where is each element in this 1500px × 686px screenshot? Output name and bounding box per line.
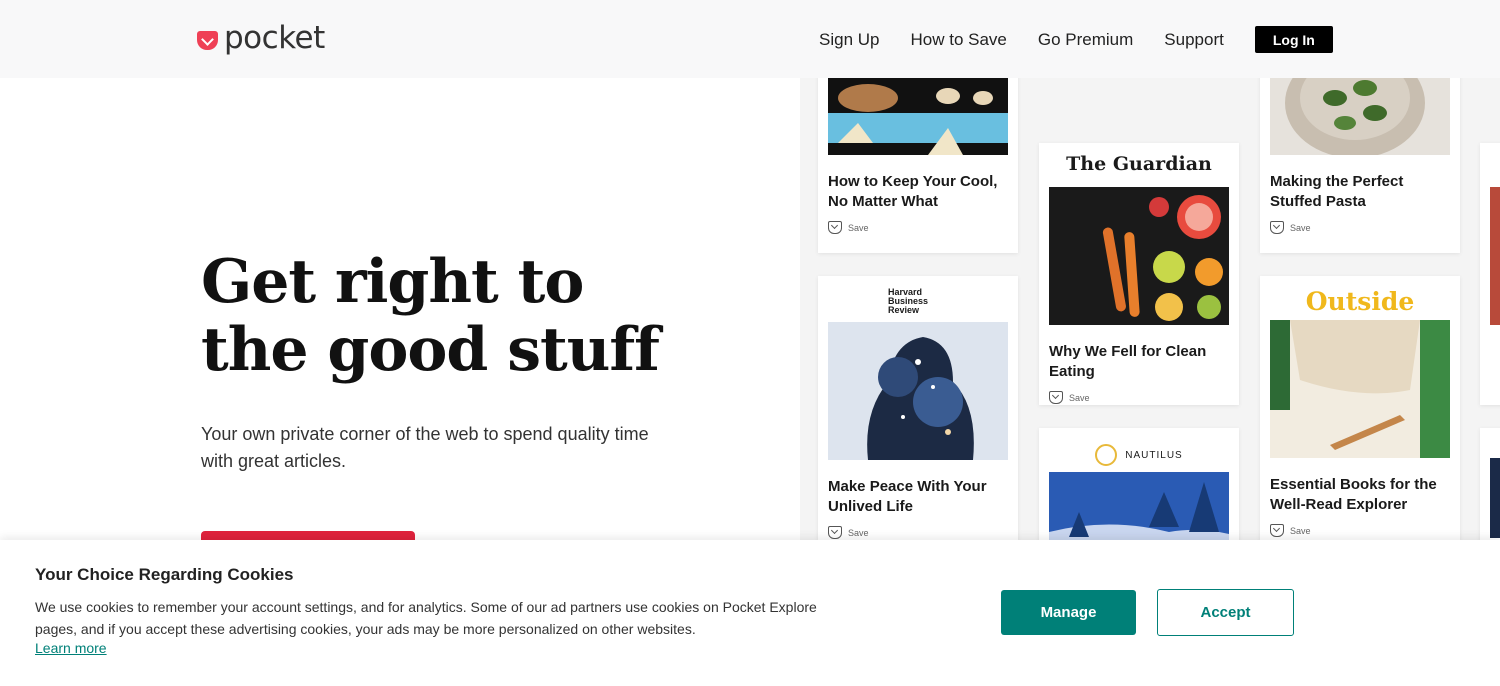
pocket-logo-icon [197,30,218,50]
article-title: Make Peace With Your Unlived Life [828,478,987,515]
pocket-logo[interactable]: pocket [197,20,325,56]
save-control[interactable]: Save [1270,524,1450,537]
pocket-save-icon [828,526,842,539]
save-label: Save [1290,222,1311,233]
pocket-save-icon [828,221,842,234]
publisher-logo: Outside [1305,287,1415,316]
logo-text: pocket [224,20,325,56]
publisher-name: NAUTILUS [1125,449,1183,461]
nav-support[interactable]: Support [1164,30,1224,50]
article-card-clean-eating[interactable]: The Guardian Why We Fell for Clean Eatin… [1039,143,1239,405]
article-image [1490,187,1500,325]
article-card-books-explorer[interactable]: Outside Essential Books for the Well-Rea… [1260,276,1460,541]
login-button[interactable]: Log In [1254,26,1333,53]
pocket-save-icon [1049,391,1063,404]
article-card-nautilus[interactable]: NAUTILUS [1039,428,1239,548]
save-control[interactable]: Save [828,526,1008,539]
save-label: Save [1069,392,1090,403]
cookie-consent-banner: Your Choice Regarding Cookies We use coo… [0,540,1500,686]
save-label: Save [1290,525,1311,536]
publisher-logo: The Guardian [1066,153,1212,175]
cookie-title: Your Choice Regarding Cookies [35,565,294,584]
pocket-save-icon [1270,221,1284,234]
article-card-unlived-life[interactable]: Harvard Business Review Make Peace With … [818,276,1018,541]
nav-sign-up[interactable]: Sign Up [819,30,879,50]
save-label: Save [848,222,869,233]
article-card-stuffed-pasta[interactable]: Making the Perfect Stuffed Pasta Save [1260,78,1460,253]
article-image [1270,320,1450,458]
save-control[interactable]: Save [1049,391,1229,404]
article-mosaic: How to Keep Your Cool, No Matter What Sa… [800,78,1500,548]
article-card-partial[interactable] [1480,143,1500,405]
accept-cookies-button[interactable]: Accept [1157,589,1294,636]
article-title: Making the Perfect Stuffed Pasta [1270,173,1404,210]
publisher-logo: Harvard Business Review [888,287,929,315]
manage-cookies-button[interactable]: Manage [1001,590,1136,635]
main-nav: Sign Up How to Save Go Premium Support L… [819,26,1333,53]
nautilus-logo-icon [1095,444,1118,466]
hero-title: Get right to the good stuff [201,248,721,384]
save-control[interactable]: Save [828,221,1008,234]
hero-subtitle: Your own private corner of the web to sp… [201,424,649,471]
pocket-save-icon [1270,524,1284,537]
article-image [1490,458,1500,538]
article-image [1270,78,1450,158]
article-image [828,78,1008,155]
article-card-partial[interactable] [1480,428,1500,548]
hero-title-line-2: the good stuff [201,315,660,385]
nav-how-to-save[interactable]: How to Save [910,30,1006,50]
article-card-keep-cool[interactable]: How to Keep Your Cool, No Matter What Sa… [818,78,1018,253]
article-image [828,322,1008,460]
article-title: Essential Books for the Well-Read Explor… [1270,476,1437,513]
publisher-logo: NAUTILUS [1049,438,1229,472]
article-image [1049,472,1229,548]
article-title: Why We Fell for Clean Eating [1049,343,1207,380]
hero-title-line-1: Get right to [201,247,584,317]
save-label: Save [848,527,869,538]
cookie-description: We use cookies to remember your account … [35,599,817,637]
learn-more-link[interactable]: Learn more [35,640,107,656]
article-title: How to Keep Your Cool, No Matter What [828,173,998,210]
save-control[interactable]: Save [1270,221,1450,234]
article-image [1049,187,1229,325]
site-header: pocket Sign Up How to Save Go Premium Su… [0,0,1500,78]
nav-go-premium[interactable]: Go Premium [1038,30,1133,50]
